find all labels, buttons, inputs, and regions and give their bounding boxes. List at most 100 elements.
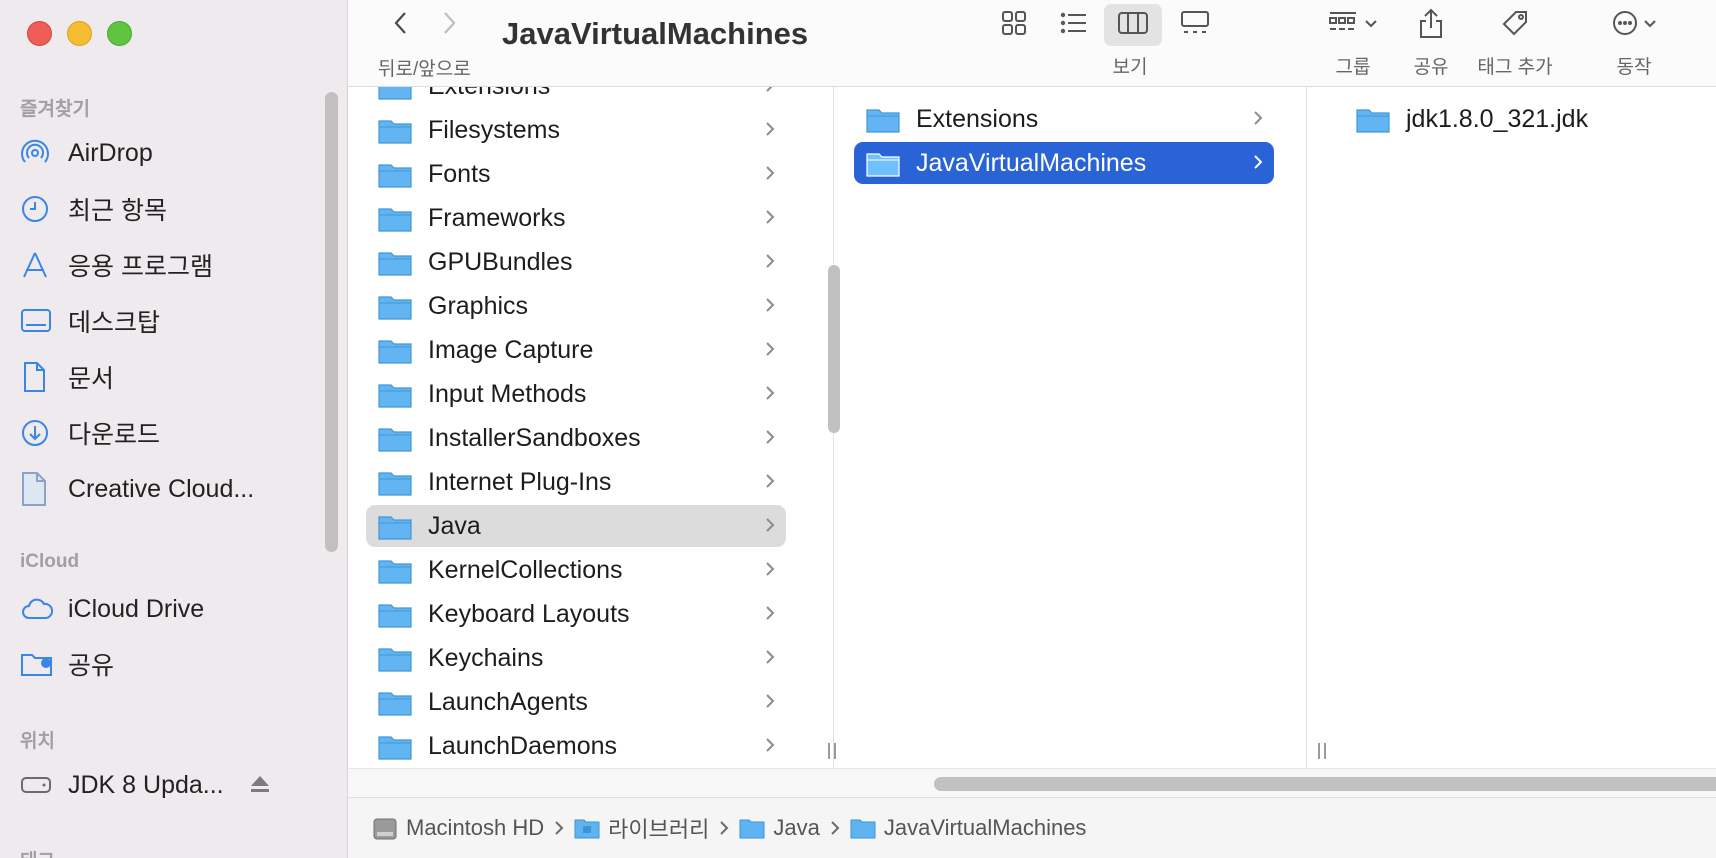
column-resize-handle[interactable] <box>828 743 836 759</box>
folder-name: KernelCollections <box>428 555 623 584</box>
folder-icon <box>378 339 412 364</box>
folder-row[interactable]: Keyboard Layouts <box>366 593 786 635</box>
folder-name: Frameworks <box>428 203 566 232</box>
folder-icon <box>378 207 412 232</box>
horizontal-scrollbar[interactable] <box>348 768 1716 797</box>
shared-folder-icon <box>20 648 58 680</box>
chevron-right-icon <box>764 556 776 585</box>
back-button[interactable] <box>390 8 412 43</box>
toolbar: 뒤로/앞으로 JavaVirtualMachines 보기 그룹 공유 태그 추… <box>348 0 1716 87</box>
folder-row[interactable]: Filesystems <box>366 109 786 151</box>
sidebar-item-shared[interactable]: 공유 <box>20 642 320 686</box>
sidebar-item-label: AirDrop <box>68 138 153 167</box>
list-view-button[interactable] <box>1049 4 1099 46</box>
path-item-java[interactable]: Java <box>739 815 820 841</box>
sidebar-item-airdrop[interactable]: AirDrop <box>20 131 320 175</box>
folder-row-selected[interactable]: JavaVirtualMachines <box>854 142 1274 184</box>
path-item-javavirtualmachines[interactable]: JavaVirtualMachines <box>850 815 1086 841</box>
group-button[interactable] <box>1318 4 1388 46</box>
chevron-right-icon <box>719 820 729 836</box>
folder-row[interactable]: Fonts <box>366 153 786 195</box>
folder-icon <box>378 647 412 672</box>
document-icon <box>20 361 58 393</box>
chevron-right-icon <box>764 732 776 761</box>
folder-icon <box>378 163 412 188</box>
close-window-button[interactable] <box>27 21 52 46</box>
folder-icon <box>378 427 412 452</box>
path-bar: Macintosh HD 라이브러리 Java JavaVirtualMachi… <box>348 797 1716 858</box>
folder-icon <box>378 735 412 760</box>
folder-icon <box>378 251 412 276</box>
gallery-view-button[interactable] <box>1168 4 1222 46</box>
action-button[interactable] <box>1601 4 1667 46</box>
share-label: 공유 <box>1413 57 1449 78</box>
sidebar-item-desktop[interactable]: 데스크탑 <box>20 299 320 343</box>
sidebar-item-label: 최근 항목 <box>68 197 167 225</box>
desktop-icon <box>20 305 58 337</box>
share-button[interactable] <box>1406 4 1456 46</box>
folder-row[interactable]: LaunchDaemons <box>366 725 786 767</box>
folder-name: Fonts <box>428 159 491 188</box>
sidebar-item-documents[interactable]: 문서 <box>20 355 320 399</box>
share-icon <box>1418 7 1444 44</box>
sidebar-item-applications[interactable]: 응용 프로그램 <box>20 243 320 287</box>
folder-row[interactable]: Frameworks <box>366 197 786 239</box>
chevron-right-icon <box>764 644 776 673</box>
sidebar-item-jdk-volume[interactable]: JDK 8 Upda... <box>20 763 300 807</box>
file-icon <box>20 472 58 506</box>
column-scrollbar[interactable] <box>828 265 840 433</box>
minimize-window-button[interactable] <box>67 21 92 46</box>
download-icon <box>20 417 58 449</box>
folder-row[interactable]: jdk1.8.0_321.jdk <box>1344 98 1684 140</box>
chevron-right-icon <box>1252 105 1264 134</box>
folder-icon <box>378 471 412 496</box>
column-resize-handle[interactable] <box>1318 743 1326 759</box>
chevron-right-icon <box>764 600 776 629</box>
nav-arrows <box>390 8 460 43</box>
folder-row[interactable]: Graphics <box>366 285 786 327</box>
sidebar-item-downloads[interactable]: 다운로드 <box>20 411 320 455</box>
folder-icon <box>850 817 876 839</box>
folder-row[interactable]: Internet Plug-Ins <box>366 461 786 503</box>
tag-label: 태그 추가 <box>1477 57 1553 78</box>
column-java: Extensions JavaVirtualMachines <box>846 87 1307 768</box>
folder-row[interactable]: Input Methods <box>366 373 786 415</box>
folder-row[interactable]: GPUBundles <box>366 241 786 283</box>
eject-icon[interactable] <box>248 773 272 802</box>
folder-row-selected[interactable]: Java <box>366 505 786 547</box>
chevron-right-icon <box>764 160 776 189</box>
folder-row[interactable]: KernelCollections <box>366 549 786 591</box>
path-item-macintosh-hd[interactable]: Macintosh HD <box>372 815 544 841</box>
path-item-library[interactable]: 라이브러리 <box>574 812 709 844</box>
horizontal-scroll-thumb[interactable] <box>934 777 1716 791</box>
folder-row[interactable]: Extensions <box>366 87 786 107</box>
folder-name: InstallerSandboxes <box>428 423 641 452</box>
folder-row[interactable]: Keychains <box>366 637 786 679</box>
folder-row[interactable]: LaunchAgents <box>366 681 786 723</box>
tags-header: 태그 <box>20 846 55 858</box>
list-view-icon <box>1060 11 1088 40</box>
folder-row[interactable]: Extensions <box>854 98 1274 140</box>
chevron-right-icon <box>764 468 776 497</box>
column-view-button[interactable] <box>1104 4 1162 46</box>
group-icon <box>1328 10 1360 41</box>
folder-icon <box>866 152 900 177</box>
sidebar-item-creative-cloud[interactable]: Creative Cloud... <box>20 467 320 511</box>
add-tag-button[interactable] <box>1490 4 1540 46</box>
folder-name: jdk1.8.0_321.jdk <box>1406 104 1589 133</box>
sidebar-scrollbar[interactable] <box>325 92 338 552</box>
zoom-window-button[interactable] <box>107 21 132 46</box>
folder-icon <box>378 515 412 540</box>
window-controls <box>27 21 132 46</box>
folder-row[interactable]: Image Capture <box>366 329 786 371</box>
icon-view-button[interactable] <box>989 4 1039 46</box>
folder-icon <box>378 559 412 584</box>
group-label: 그룹 <box>1335 57 1371 78</box>
forward-button[interactable] <box>438 8 460 43</box>
sidebar-item-icloud-drive[interactable]: iCloud Drive <box>20 587 320 631</box>
library-folder-icon <box>574 817 600 839</box>
folder-icon <box>739 817 765 839</box>
sidebar-item-recents[interactable]: 최근 항목 <box>20 187 320 231</box>
chevron-right-icon <box>764 292 776 321</box>
folder-row[interactable]: InstallerSandboxes <box>366 417 786 459</box>
